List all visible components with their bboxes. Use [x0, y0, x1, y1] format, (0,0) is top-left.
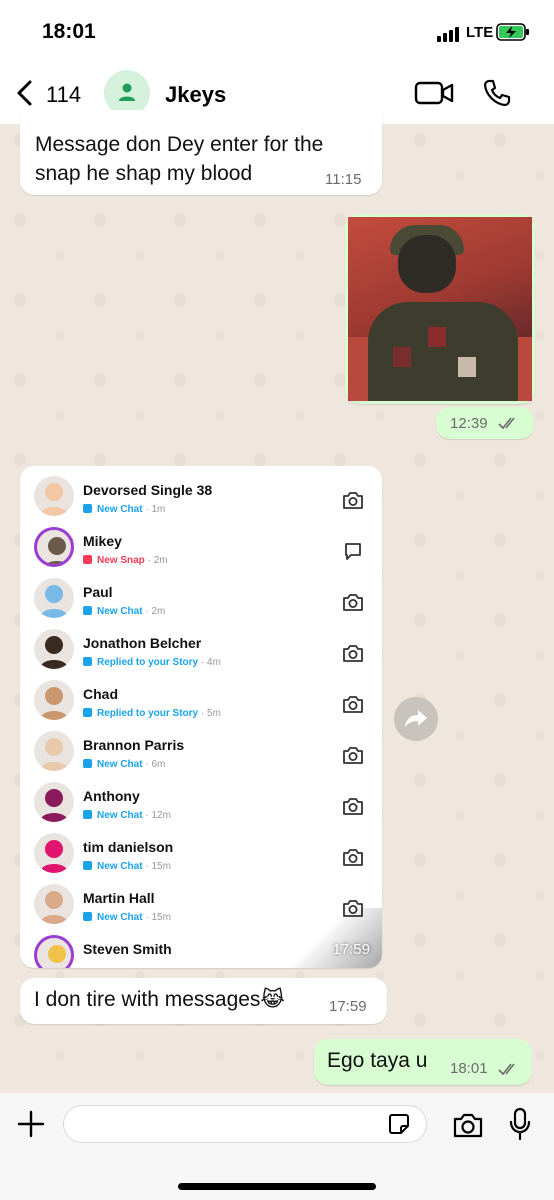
- friend-status: New Chat · 1m: [83, 504, 165, 515]
- friend-name: Chad: [83, 686, 118, 702]
- image-message[interactable]: [345, 214, 535, 404]
- forward-arrow-icon: [405, 710, 427, 727]
- screenshot-message[interactable]: Devorsed Single 38 New Chat · 1m Mikey New …: [20, 466, 382, 968]
- friend-name: Brannon Parris: [83, 737, 185, 753]
- read-receipt-icon: [498, 417, 515, 430]
- read-receipt-icon: [498, 1063, 515, 1076]
- friend-name: Anthony: [83, 788, 140, 804]
- friend-name: Jonathon Belcher: [83, 635, 202, 651]
- friend-avatar: [34, 935, 74, 968]
- message-bubble-outgoing[interactable]: Ego taya u 18:01: [314, 1039, 532, 1085]
- message-text: Ego taya u: [327, 1049, 428, 1072]
- snapchat-row: Anthony New Chat · 12m: [26, 772, 376, 823]
- camera-icon: [343, 747, 363, 764]
- friend-status: New Chat · 15m: [83, 912, 171, 923]
- camera-icon: [343, 492, 363, 509]
- friend-avatar: [34, 731, 74, 771]
- message-time: 12:39: [450, 415, 488, 432]
- video-call-icon[interactable]: [414, 80, 454, 106]
- message-time: 17:59: [329, 998, 367, 1015]
- friend-name: Steven Smith: [83, 941, 172, 957]
- sticker-icon[interactable]: [388, 1113, 410, 1135]
- snapchat-row: tim danielson New Chat · 15m: [26, 823, 376, 874]
- friend-avatar: [34, 476, 74, 516]
- friend-avatar: [34, 629, 74, 669]
- message-time: 18:01: [450, 1060, 488, 1077]
- message-bubble-incoming[interactable]: Message don Dey enter for the snap he sh…: [20, 110, 382, 195]
- friend-name: Mikey: [83, 533, 122, 549]
- signal-icon: [437, 27, 459, 42]
- phone-call-icon[interactable]: [482, 78, 512, 108]
- friend-name: tim danielson: [83, 839, 174, 855]
- message-bubble-incoming[interactable]: I don tire with messages😹 17:59: [20, 978, 387, 1024]
- chat-bubble-icon: [345, 543, 361, 560]
- friend-avatar: [34, 527, 74, 567]
- friend-status: New Snap · 2m: [83, 555, 168, 566]
- friend-status: Replied to your Story · 4m: [83, 657, 221, 668]
- friend-status: New Chat · 6m: [83, 759, 165, 770]
- status-time: 18:01: [42, 20, 96, 43]
- friend-status: New Chat · 2m: [83, 606, 165, 617]
- camera-icon: [343, 645, 363, 662]
- friend-name: Martin Hall: [83, 890, 155, 906]
- camera-icon: [343, 798, 363, 815]
- snapchat-row: Mikey New Snap · 2m: [26, 517, 376, 568]
- friend-avatar: [34, 884, 74, 924]
- camera-icon: [343, 594, 363, 611]
- friend-name: Devorsed Single 38: [83, 482, 213, 498]
- friend-avatar: [34, 833, 74, 873]
- back-chevron-icon[interactable]: [14, 78, 36, 108]
- battery-charging-icon: [496, 23, 529, 41]
- home-indicator: [178, 1183, 376, 1190]
- snapchat-row: Paul New Chat · 2m: [26, 568, 376, 619]
- message-input[interactable]: [63, 1105, 427, 1143]
- snapchat-row: Brannon Parris New Chat · 6m: [26, 721, 376, 772]
- friend-status: Replied to your Story · 5m: [83, 708, 221, 719]
- camera-icon: [343, 849, 363, 866]
- plus-icon[interactable]: [16, 1109, 46, 1139]
- message-time: 11:15: [325, 171, 362, 188]
- snapchat-row: Chad Replied to your Story · 5m: [26, 670, 376, 721]
- message-text: I don tire with messages😹: [34, 988, 285, 1011]
- friend-status: New Chat · 12m: [83, 810, 171, 821]
- microphone-icon[interactable]: [509, 1107, 531, 1141]
- back-unread-count[interactable]: 114: [46, 82, 81, 108]
- message-text: Message don Dey enter for the snap he sh…: [35, 133, 324, 185]
- shared-photo[interactable]: [348, 217, 532, 401]
- snapchat-row: Devorsed Single 38 New Chat · 1m: [26, 466, 376, 517]
- friend-name: Paul: [83, 584, 113, 600]
- snapchat-row: Jonathon Belcher Replied to your Story · …: [26, 619, 376, 670]
- friend-avatar: [34, 680, 74, 720]
- person-icon: [119, 83, 135, 101]
- message-time: 17:59: [332, 941, 370, 958]
- image-timestamp-bubble: 12:39: [436, 407, 534, 439]
- friend-status: New Chat · 15m: [83, 861, 171, 872]
- forward-button[interactable]: [394, 697, 438, 741]
- contact-name[interactable]: Jkeys: [165, 82, 226, 108]
- camera-icon: [343, 696, 363, 713]
- network-label: LTE: [466, 24, 494, 41]
- friend-avatar: [34, 782, 74, 822]
- status-bar: 18:01 LTE: [0, 0, 554, 62]
- camera-icon[interactable]: [452, 1111, 484, 1139]
- friend-avatar: [34, 578, 74, 618]
